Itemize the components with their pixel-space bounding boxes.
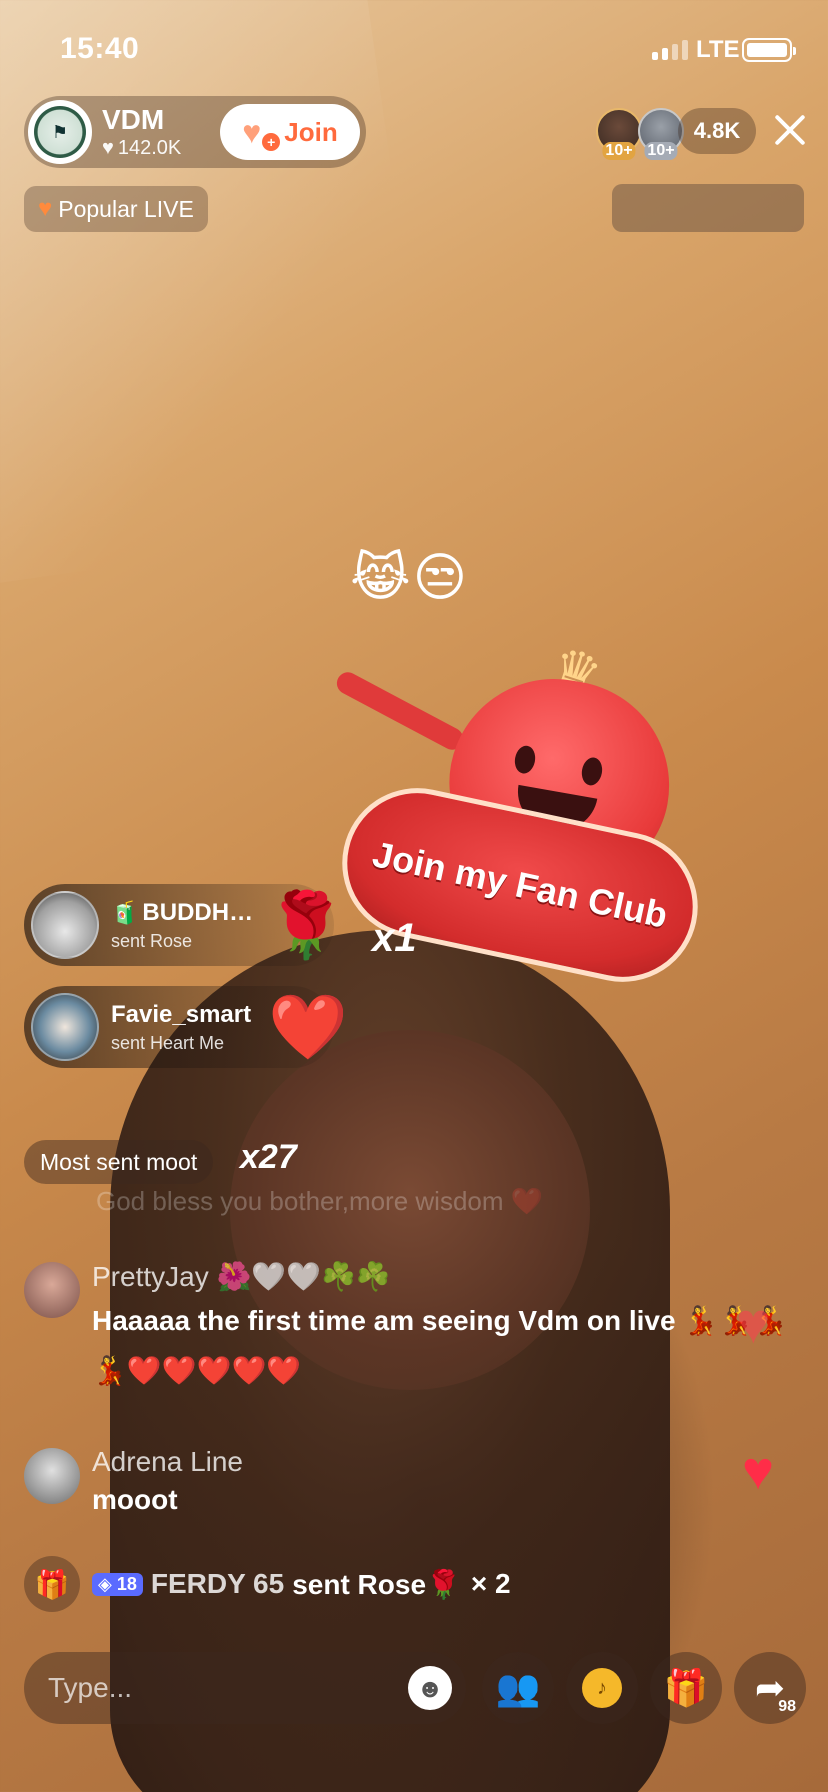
host-avatar[interactable]: ⚑ <box>28 100 92 164</box>
fan-club-sticker[interactable]: ♛ Join my Fan Club <box>328 636 712 1020</box>
viewer-count[interactable]: 4.8K <box>678 108 756 154</box>
top-viewer-avatar[interactable]: 10+ <box>596 108 642 160</box>
commenter-name[interactable]: Adrena Line <box>92 1446 243 1478</box>
gifter-avatar[interactable] <box>31 891 99 959</box>
level-badge: ◈ 18 <box>92 1572 143 1596</box>
most-sent-badge: Most sent moot <box>24 1140 214 1184</box>
viewer-rank-badge: 10+ <box>644 142 678 160</box>
battery-icon <box>742 38 796 62</box>
comment-input[interactable] <box>24 1652 466 1724</box>
popular-label: Popular LIVE <box>58 195 194 222</box>
gift-multiplier: x1 <box>372 916 417 960</box>
status-bar: 15:40 LTE <box>0 0 828 100</box>
emoji-icon[interactable]: ☻ <box>408 1666 452 1710</box>
join-label: Join <box>284 116 338 147</box>
host-likes-count: 142.0K <box>117 136 182 159</box>
viewer-rank-badge: 10+ <box>602 142 636 160</box>
gifter-name: 🧃 BUDDH… <box>111 898 254 926</box>
commenter-name[interactable]: PrettyJay 🌺🤍🤍☘️☘️ <box>92 1260 391 1293</box>
join-button[interactable]: ♥ + Join <box>220 104 360 160</box>
share-count: 98 <box>778 1698 796 1715</box>
floating-heart-icon: ♥ <box>736 1291 771 1356</box>
coin-discount-icon[interactable]: ♪ <box>566 1652 638 1724</box>
heart-icon: ♥ <box>102 136 114 159</box>
host-info-pill[interactable]: ⚑ VDM ♥ 142.0K ♥ + Join <box>24 96 366 168</box>
multi-guest-icon[interactable]: 👥 <box>482 1652 554 1724</box>
floating-heart-icon: ♥ <box>742 1441 775 1501</box>
faded-comment: God bless you bother,more wisdom ❤️ <box>96 1186 544 1216</box>
gift-action: sent Rose <box>111 930 193 951</box>
heart-plus-icon: ♥ + <box>242 116 281 151</box>
gift-row-user[interactable]: FERDY 65 <box>151 1568 284 1600</box>
most-sent-multiplier: x27 <box>240 1138 297 1176</box>
gifter-avatar[interactable] <box>31 993 99 1061</box>
status-time: 15:40 <box>60 32 140 65</box>
gifter-name: Favie_smart <box>111 1000 252 1028</box>
gift-row-action: sent Rose🌹 <box>292 1568 461 1600</box>
close-icon[interactable] <box>770 110 810 150</box>
heart-arm <box>333 668 467 754</box>
gift-notification-row: 🎁 ◈ 18 FERDY 65 sent Rose🌹 × 2 <box>24 1556 511 1612</box>
host-likes: ♥ 142.0K <box>102 137 212 160</box>
gifter-prefix-icon: 🧃 <box>111 899 139 925</box>
gift-box-icon[interactable]: 🎁 <box>24 1556 80 1612</box>
comment-text: Haaaaa the first time am seeing Vdm on l… <box>92 1305 788 1386</box>
popular-live-badge[interactable]: ♥ Popular LIVE <box>24 186 208 232</box>
comment-text: mooot <box>92 1484 178 1515</box>
signal-icon <box>652 40 688 60</box>
heart-me-icon: ❤️ <box>268 991 348 1063</box>
share-icon[interactable]: ➦ 98 <box>734 1652 806 1724</box>
gift-action: sent Heart Me <box>111 1032 225 1053</box>
gift-row-multiplier: × 2 <box>470 1568 511 1599</box>
network-label: LTE <box>696 36 740 63</box>
blank-banner[interactable] <box>612 184 804 232</box>
commenter-avatar[interactable] <box>24 1262 80 1318</box>
gift-icon[interactable]: 🎁 <box>650 1652 722 1724</box>
host-name: VDM <box>102 103 165 135</box>
commenter-avatar[interactable] <box>24 1448 80 1504</box>
rose-icon: 🌹 <box>266 889 346 961</box>
host-logo-icon: ⚑ <box>51 121 69 142</box>
floating-emojis: 😹😒 <box>350 549 469 607</box>
popular-heart-icon: ♥ <box>38 195 53 222</box>
